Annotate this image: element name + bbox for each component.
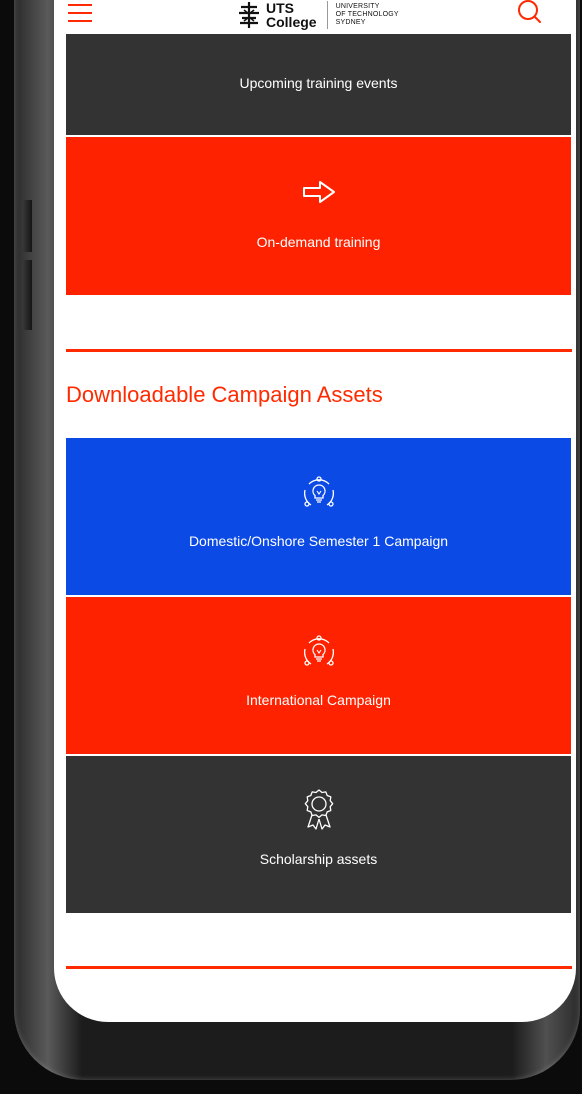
section-divider (66, 966, 572, 969)
tile-scholarship-assets[interactable]: Scholarship assets (66, 756, 571, 913)
uts-college-logo[interactable]: UTS College UNIVERSITY OF TECHNOLOGY SYD… (238, 0, 399, 32)
tile-domestic-campaign[interactable]: Domestic/Onshore Semester 1 Campaign (66, 438, 571, 595)
logo-line-1: UTS (266, 0, 294, 16)
logo-divider (326, 1, 328, 29)
university-line-2: OF TECHNOLOGY (335, 11, 399, 18)
search-icon[interactable] (516, 0, 544, 26)
university-line-1: UNIVERSITY (335, 3, 380, 10)
university-wordmark: UNIVERSITY OF TECHNOLOGY SYDNEY (336, 3, 399, 27)
tile-upcoming-training-events[interactable]: Upcoming training events (66, 20, 571, 135)
tile-label: Scholarship assets (259, 851, 378, 867)
tile-label: Upcoming training events (239, 75, 398, 91)
logo-line-2: College (266, 14, 317, 30)
section-divider (66, 349, 572, 352)
lightbulb-icon (303, 635, 334, 666)
uts-logo-mark-icon (239, 2, 259, 28)
award-icon (304, 789, 333, 830)
tile-label: Domestic/Onshore Semester 1 Campaign (188, 533, 449, 549)
phone-screen: Upcoming training events On-demand train… (54, 0, 576, 1022)
logo-wordmark: UTS College (266, 1, 317, 29)
lightbulb-icon (303, 476, 334, 507)
site-header: UTS College UNIVERSITY OF TECHNOLOGY SYD… (54, 0, 576, 34)
hamburger-line (68, 12, 92, 14)
section-heading: Downloadable Campaign Assets (66, 382, 383, 407)
tile-label: International Campaign (246, 692, 391, 708)
tile-label: On-demand training (256, 234, 381, 250)
hamburger-icon[interactable] (68, 4, 92, 22)
phone-frame: Upcoming training events On-demand train… (14, 0, 580, 1080)
hamburger-line (68, 20, 92, 22)
tile-international-campaign[interactable]: International Campaign (66, 597, 571, 754)
arrow-right-icon (302, 181, 335, 203)
tile-on-demand-training[interactable]: On-demand training (66, 137, 571, 295)
university-line-3: SYDNEY (335, 19, 366, 26)
hamburger-line (68, 4, 92, 6)
phone-volume-button (22, 200, 32, 252)
phone-side-button (22, 260, 32, 330)
